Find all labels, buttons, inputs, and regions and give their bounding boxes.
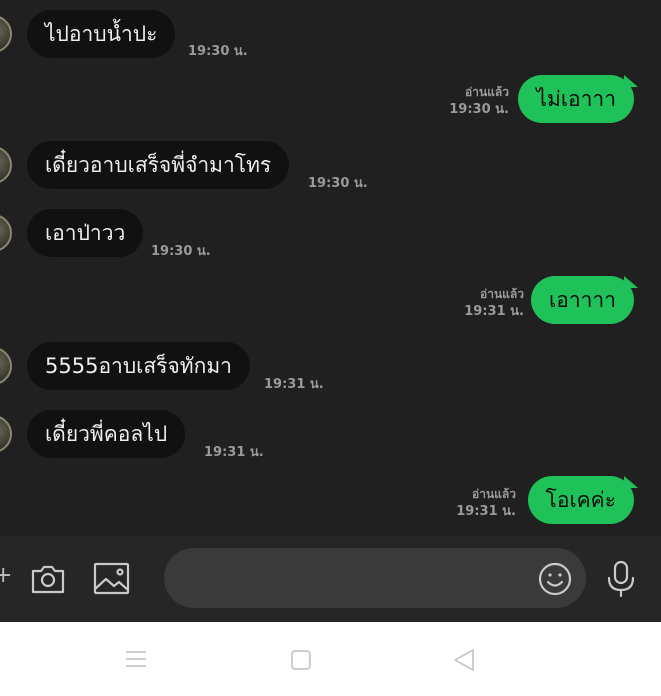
- message-time: 19:30 น.: [151, 244, 211, 259]
- message-text: ไม่เอาาา: [536, 87, 616, 111]
- emoji-icon[interactable]: [537, 561, 573, 597]
- message-time: 19:31 น.: [264, 377, 324, 392]
- message-bubble-incoming[interactable]: 5555อาบเสร็จทักมา: [27, 342, 250, 390]
- plus-button[interactable]: +: [0, 565, 12, 587]
- message-time: 19:30 น.: [308, 176, 368, 191]
- message-bubble-outgoing[interactable]: เอาาาา: [531, 276, 638, 324]
- chat-area[interactable]: ไปอาบน้ำปะ 19:30 น. อ่านแล้ว 19:30 น. ไม…: [0, 0, 661, 536]
- message-bubble-incoming[interactable]: ไปอาบน้ำปะ: [27, 10, 176, 58]
- camera-icon[interactable]: [30, 561, 66, 597]
- message-bubble-outgoing[interactable]: โอเคค่ะ: [527, 476, 639, 524]
- message-text: เอาป่าวว: [45, 221, 126, 245]
- message-time: 19:30 น.: [188, 44, 248, 59]
- message-text: เดี๋ยวพี่คอลไป: [45, 422, 168, 446]
- menu-icon[interactable]: [124, 647, 148, 671]
- message-meta: อ่านแล้ว 19:31 น.: [464, 286, 524, 320]
- message-time: 19:31 น.: [456, 504, 516, 519]
- message-bubble-outgoing[interactable]: ไม่เอาาา: [518, 75, 638, 123]
- home-icon[interactable]: [289, 648, 313, 672]
- microphone-icon[interactable]: [603, 559, 639, 599]
- contact-avatar[interactable]: [0, 415, 12, 453]
- message-time: 19:31 น.: [464, 304, 524, 319]
- contact-avatar[interactable]: [0, 15, 12, 53]
- message-text: 5555อาบเสร็จทักมา: [45, 354, 232, 378]
- message-bubble-incoming[interactable]: เดี๋ยวพี่คอลไป: [27, 410, 186, 458]
- read-status: อ่านแล้ว: [480, 287, 524, 301]
- message-text: ไปอาบน้ำปะ: [45, 22, 158, 46]
- back-icon[interactable]: [451, 647, 477, 673]
- read-status: อ่านแล้ว: [465, 85, 509, 99]
- message-meta: อ่านแล้ว 19:30 น.: [449, 84, 509, 118]
- message-meta: อ่านแล้ว 19:31 น.: [456, 486, 516, 520]
- contact-avatar[interactable]: [0, 347, 12, 385]
- message-bubble-incoming[interactable]: เอาป่าวว: [27, 209, 144, 257]
- message-text: เอาาาา: [549, 288, 616, 312]
- system-nav-bar: [0, 622, 661, 696]
- contact-avatar[interactable]: [0, 146, 12, 184]
- read-status: อ่านแล้ว: [472, 487, 516, 501]
- message-input[interactable]: [164, 548, 586, 608]
- message-time: 19:30 น.: [449, 102, 509, 117]
- message-bubble-incoming[interactable]: เดี๋ยวอาบเสร็จพี่จำมาโทร: [27, 141, 290, 189]
- message-time: 19:31 น.: [204, 445, 264, 460]
- message-text: โอเคค่ะ: [545, 488, 616, 512]
- image-icon[interactable]: [93, 561, 131, 597]
- message-text: เดี๋ยวอาบเสร็จพี่จำมาโทร: [45, 153, 272, 177]
- contact-avatar[interactable]: [0, 214, 12, 252]
